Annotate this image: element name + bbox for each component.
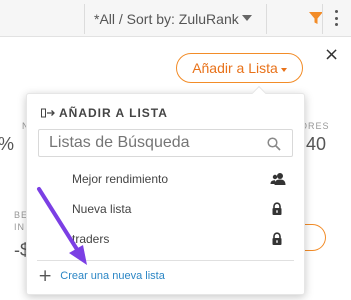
search-icon: [267, 137, 281, 151]
add-to-list-button[interactable]: Añadir a Lista: [176, 53, 303, 83]
create-new-list-link[interactable]: + Crear una nueva lista: [38, 266, 165, 286]
list-item-label: Mejor rendimiento: [72, 172, 169, 186]
toolbar-divider: [266, 4, 267, 34]
list-search-field[interactable]: [38, 129, 293, 157]
add-to-list-icon: [41, 108, 55, 118]
users-icon: [270, 173, 286, 185]
add-to-list-dropdown: AÑADIR A LISTA Mejor rendimiento Nueva l…: [26, 93, 305, 295]
list-item-label: Nueva lista: [72, 202, 132, 216]
create-new-list-label: Crear una nueva lista: [60, 270, 165, 282]
top-toolbar: *All / Sort by: ZuluRank: [0, 0, 351, 37]
list-item[interactable]: Mejor rendimiento: [27, 167, 304, 191]
dropdown-header: AÑADIR A LISTA: [41, 106, 168, 120]
list-item[interactable]: Nueva lista: [27, 197, 304, 221]
toolbar-divider: [322, 4, 323, 34]
stat-value-fragment: 40: [306, 134, 327, 154]
list-search-input[interactable]: [39, 130, 259, 156]
list-item[interactable]: traders: [27, 227, 304, 251]
chevron-down-icon: [242, 15, 252, 21]
add-to-list-label: Añadir a Lista: [192, 60, 278, 76]
dropdown-divider: [37, 260, 294, 261]
stat-value-fragment: %: [0, 134, 14, 155]
lock-icon: [272, 202, 282, 215]
plus-icon: +: [38, 266, 53, 286]
close-icon[interactable]: ×: [324, 44, 339, 65]
sort-label: *All / Sort by: ZuluRank: [94, 10, 239, 27]
caret-down-icon: [280, 68, 287, 72]
kebab-menu-icon[interactable]: [332, 8, 340, 28]
lock-icon: [272, 232, 282, 245]
dropdown-title: AÑADIR A LISTA: [59, 106, 168, 120]
sort-dropdown[interactable]: *All / Sort by: ZuluRank: [84, 0, 266, 37]
list-item-label: traders: [72, 232, 110, 246]
